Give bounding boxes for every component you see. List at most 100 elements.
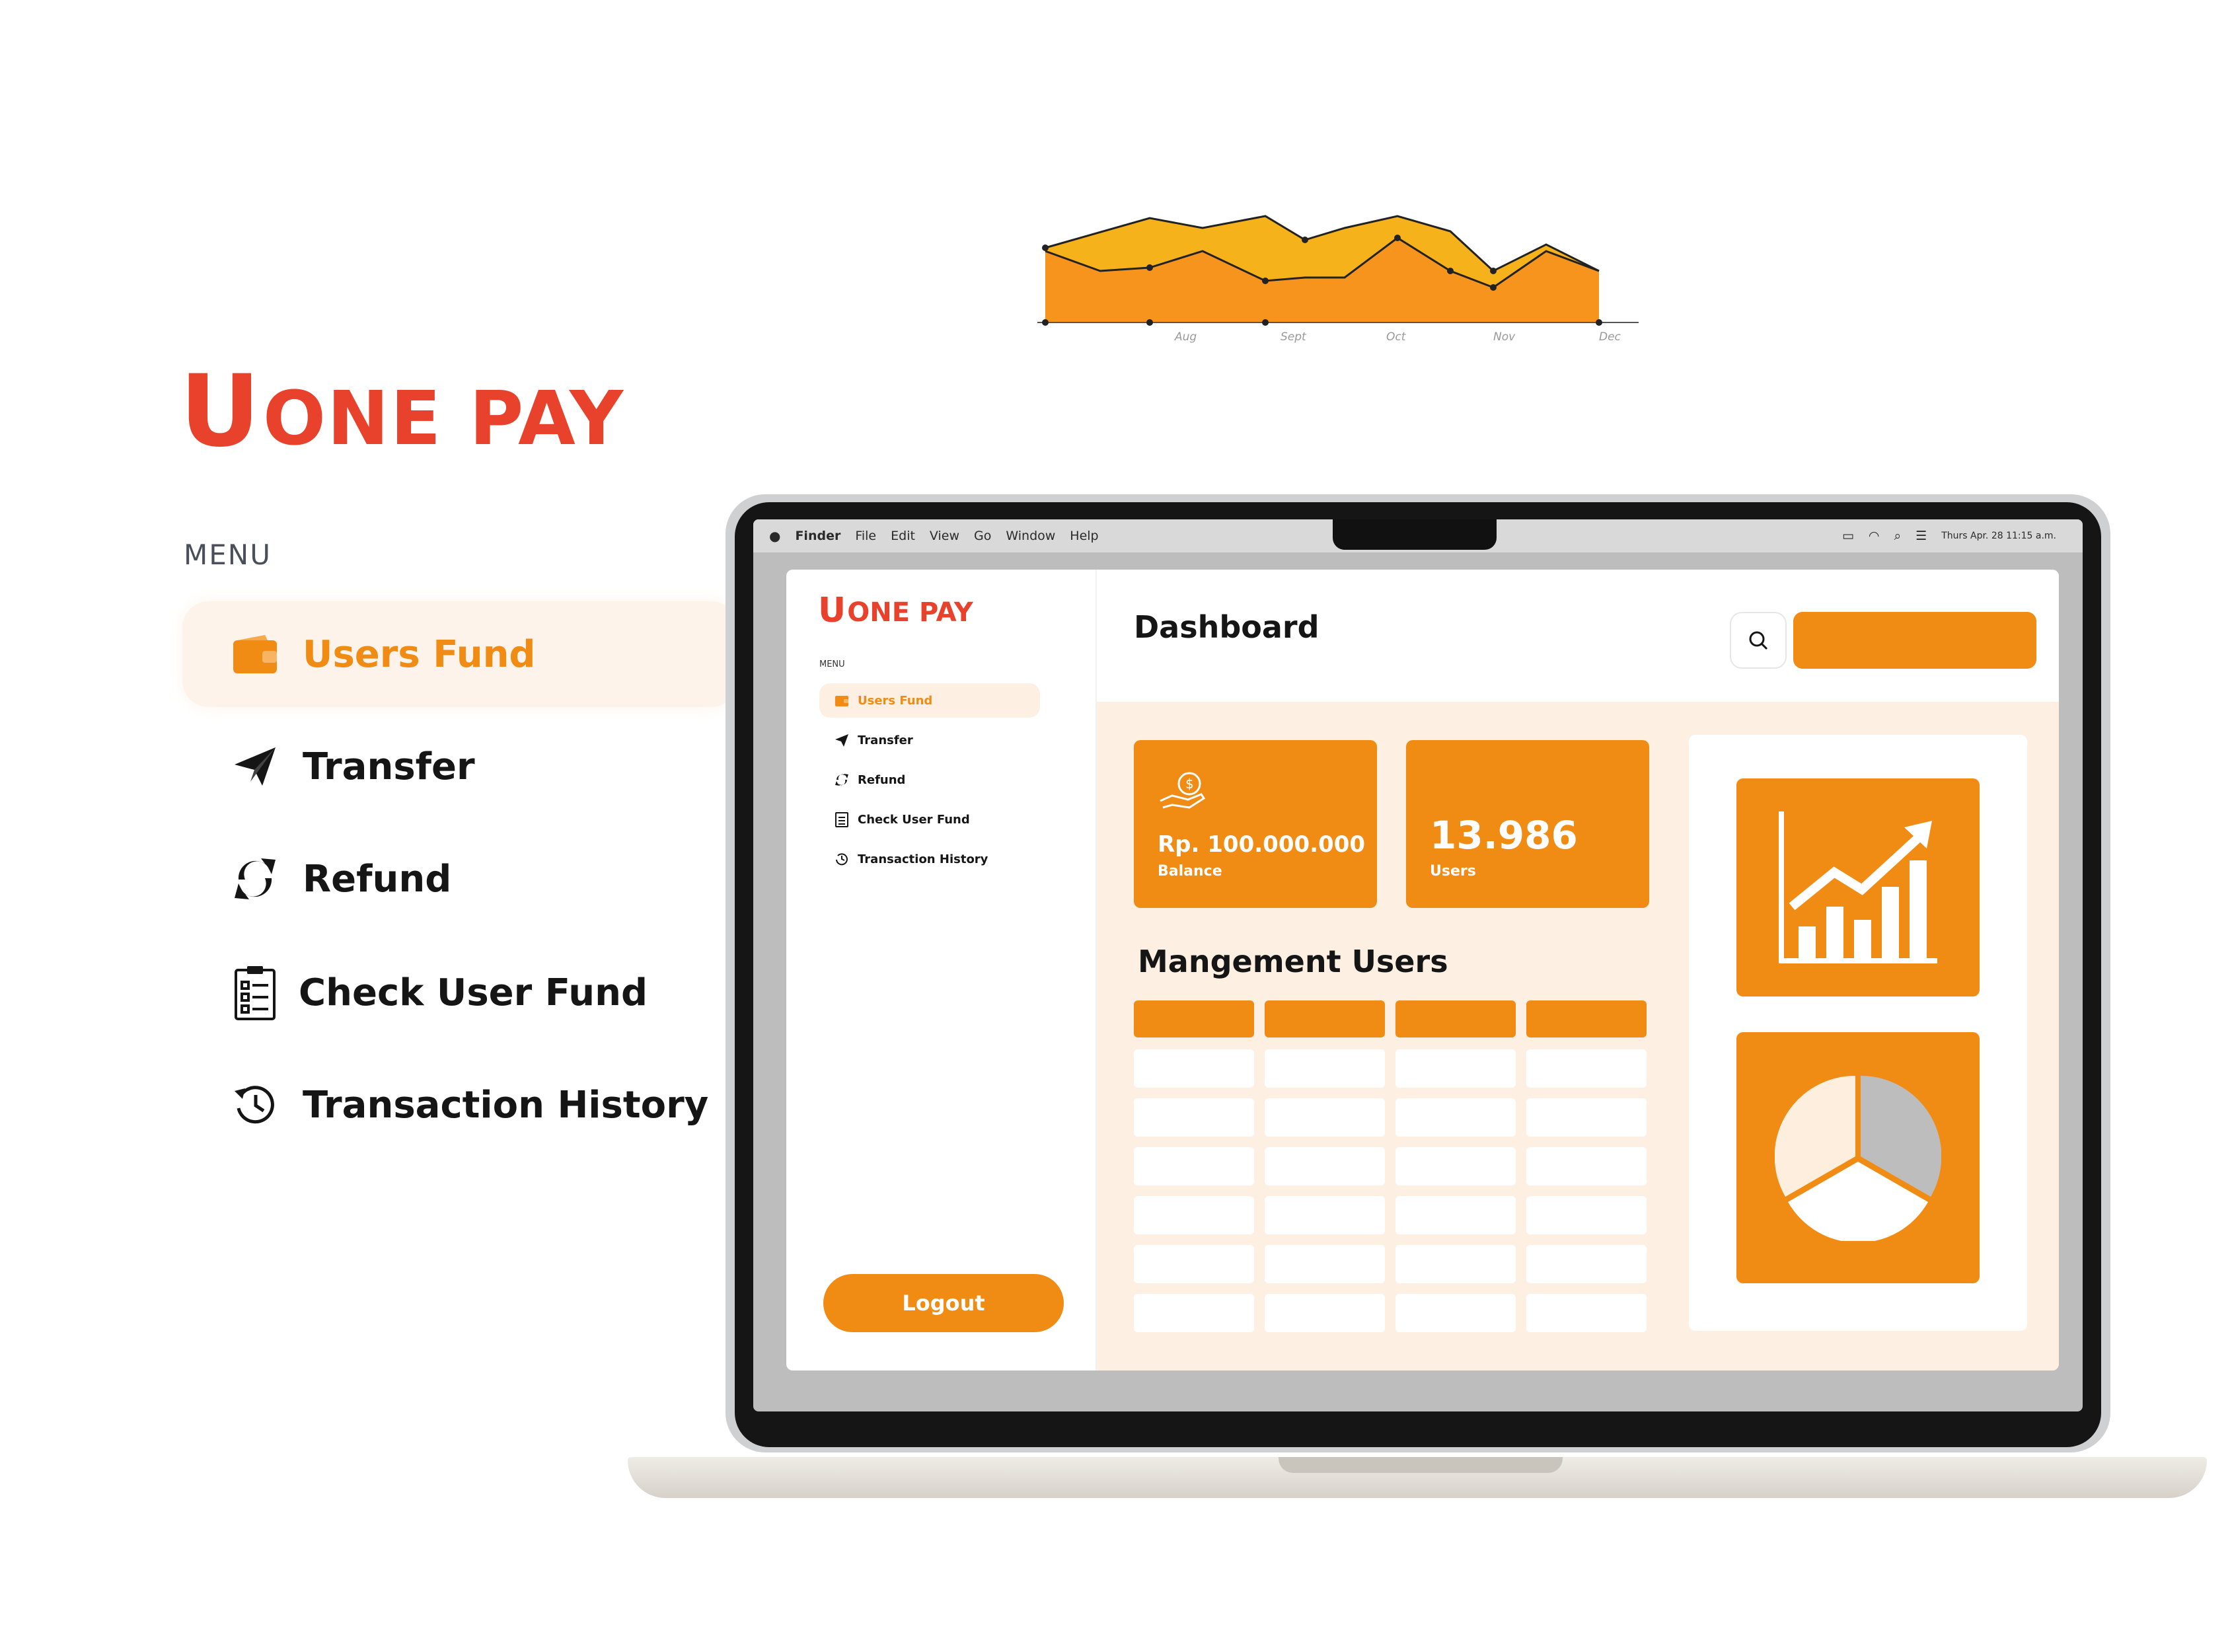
table-cell[interactable] (1134, 1196, 1254, 1234)
table-header-cell[interactable] (1395, 1000, 1516, 1037)
table-cell[interactable] (1134, 1049, 1254, 1088)
battery-icon[interactable]: ▭ (1842, 529, 1854, 543)
menubar-file[interactable]: File (855, 529, 876, 543)
table-cell[interactable] (1526, 1245, 1647, 1283)
pie-chart-tile[interactable] (1736, 1032, 1980, 1283)
chart-x-label: Dec (1599, 330, 1621, 344)
menubar-window[interactable]: Window (1006, 529, 1055, 543)
table-cell[interactable] (1395, 1196, 1516, 1234)
table-cell[interactable] (1265, 1196, 1385, 1234)
table-cell[interactable] (1526, 1147, 1647, 1185)
users-value: 13.986 (1430, 813, 1578, 858)
management-title: Mangement Users (1138, 944, 1448, 979)
logo-u-mark: U (180, 354, 260, 469)
sidebar: U ONE PAY MENU Users Fund Transfer Refun… (786, 570, 1097, 1370)
showcase-item-refund[interactable]: Refund (182, 826, 737, 932)
laptop-screen: ● Finder File Edit View Go Window Help ▭… (753, 519, 2083, 1411)
menubar-view[interactable]: View (930, 529, 959, 543)
refund-arrows-icon (834, 772, 850, 788)
table-cell[interactable] (1265, 1098, 1385, 1137)
header-action-button[interactable] (1793, 612, 2036, 669)
showcase-item-label: Transfer (303, 745, 475, 788)
pie-chart-icon (1775, 1075, 1941, 1241)
menubar-edit[interactable]: Edit (891, 529, 915, 543)
wifi-icon[interactable]: ◠ (1869, 529, 1880, 543)
logout-button[interactable]: Logout (823, 1274, 1064, 1332)
apple-icon[interactable]: ● (769, 528, 780, 544)
paper-plane-icon (229, 740, 281, 793)
history-clock-icon (834, 851, 850, 867)
balance-card: $ Rp. 100.000.000 Balance (1134, 740, 1377, 908)
table-cell[interactable] (1265, 1147, 1385, 1185)
showcase-item-label: Users Fund (303, 632, 536, 676)
sidebar-item-label: Transaction History (858, 852, 988, 866)
menubar-finder[interactable]: Finder (795, 529, 840, 543)
table-cell[interactable] (1395, 1049, 1516, 1088)
table-cell[interactable] (1395, 1294, 1516, 1332)
showcase-item-check-user-fund[interactable]: Check User Fund (182, 940, 737, 1045)
logo-text: ONE PAY (262, 376, 625, 462)
menubar-help[interactable]: Help (1070, 529, 1098, 543)
table-cell[interactable] (1265, 1245, 1385, 1283)
showcase-item-label: Check User Fund (299, 971, 648, 1014)
camera-notch (1333, 519, 1497, 550)
showcase-item-transaction-history[interactable]: Transaction History (182, 1052, 737, 1158)
menubar-clock: Thurs Apr. 28 11:15 a.m. (1941, 531, 2056, 541)
sidebar-item-refund[interactable]: Refund (819, 763, 1040, 797)
stats-panel (1689, 735, 2027, 1331)
clipboard-checklist-icon (229, 966, 281, 1020)
spotlight-search-icon[interactable]: ⌕ (1894, 529, 1902, 543)
table-cell[interactable] (1395, 1147, 1516, 1185)
sidebar-menu-heading: MENU (819, 659, 845, 669)
money-hand-icon: $ (1160, 772, 1206, 809)
page-title: Dashboard (1134, 609, 1319, 645)
showcase-item-users-fund[interactable]: Users Fund (182, 601, 737, 707)
wallet-icon (834, 693, 850, 708)
showcase-item-label: Transaction History (303, 1083, 709, 1127)
control-center-icon[interactable]: ☰ (1915, 529, 1927, 543)
sidebar-item-label: Refund (858, 772, 906, 787)
showcase-item-transfer[interactable]: Transfer (182, 714, 737, 819)
table-cell[interactable] (1395, 1245, 1516, 1283)
table-cell[interactable] (1134, 1098, 1254, 1137)
table-cell[interactable] (1134, 1147, 1254, 1185)
table-cell[interactable] (1526, 1049, 1647, 1088)
sidebar-item-check-user-fund[interactable]: Check User Fund (819, 802, 1040, 837)
clipboard-checklist-icon (834, 811, 850, 827)
menu-heading: MENU (184, 539, 272, 571)
balance-value: Rp. 100.000.000 (1158, 831, 1366, 858)
users-label: Users (1430, 863, 1476, 880)
main-content: Dashboard $ Rp. 100.000.000 Balance 13.9… (1097, 570, 2059, 1370)
wallet-icon (229, 628, 281, 681)
growth-chart-tile[interactable] (1736, 778, 1980, 996)
table-cell[interactable] (1134, 1245, 1254, 1283)
sidebar-item-users-fund[interactable]: Users Fund (819, 683, 1040, 718)
menubar-go[interactable]: Go (974, 529, 991, 543)
table-cell[interactable] (1526, 1294, 1647, 1332)
history-clock-icon (229, 1078, 281, 1131)
table-header-cell[interactable] (1134, 1000, 1254, 1037)
paper-plane-icon (834, 732, 850, 748)
sidebar-item-label: Transfer (858, 733, 913, 747)
sidebar-item-transfer[interactable]: Transfer (819, 723, 1040, 757)
sidebar-logo: U ONE PAY (818, 593, 973, 628)
table-header-cell[interactable] (1265, 1000, 1385, 1037)
balance-label: Balance (1158, 863, 1222, 880)
users-card: 13.986 Users (1406, 740, 1649, 908)
svg-text:$: $ (1185, 776, 1194, 792)
table-cell[interactable] (1526, 1098, 1647, 1137)
showcase-item-label: Refund (303, 857, 452, 901)
search-icon (1749, 631, 1768, 650)
header: Dashboard (1097, 570, 2059, 702)
table-cell[interactable] (1265, 1049, 1385, 1088)
sidebar-item-transaction-history[interactable]: Transaction History (819, 842, 1040, 876)
bar-chart-growth-icon (1779, 811, 1937, 963)
table-cell[interactable] (1134, 1294, 1254, 1332)
sidebar-item-label: Users Fund (858, 693, 933, 708)
table-cell[interactable] (1395, 1098, 1516, 1137)
table-header-cell[interactable] (1526, 1000, 1647, 1037)
table-cell[interactable] (1526, 1196, 1647, 1234)
search-button[interactable] (1730, 612, 1787, 669)
table-cell[interactable] (1265, 1294, 1385, 1332)
refund-arrows-icon (229, 852, 281, 905)
